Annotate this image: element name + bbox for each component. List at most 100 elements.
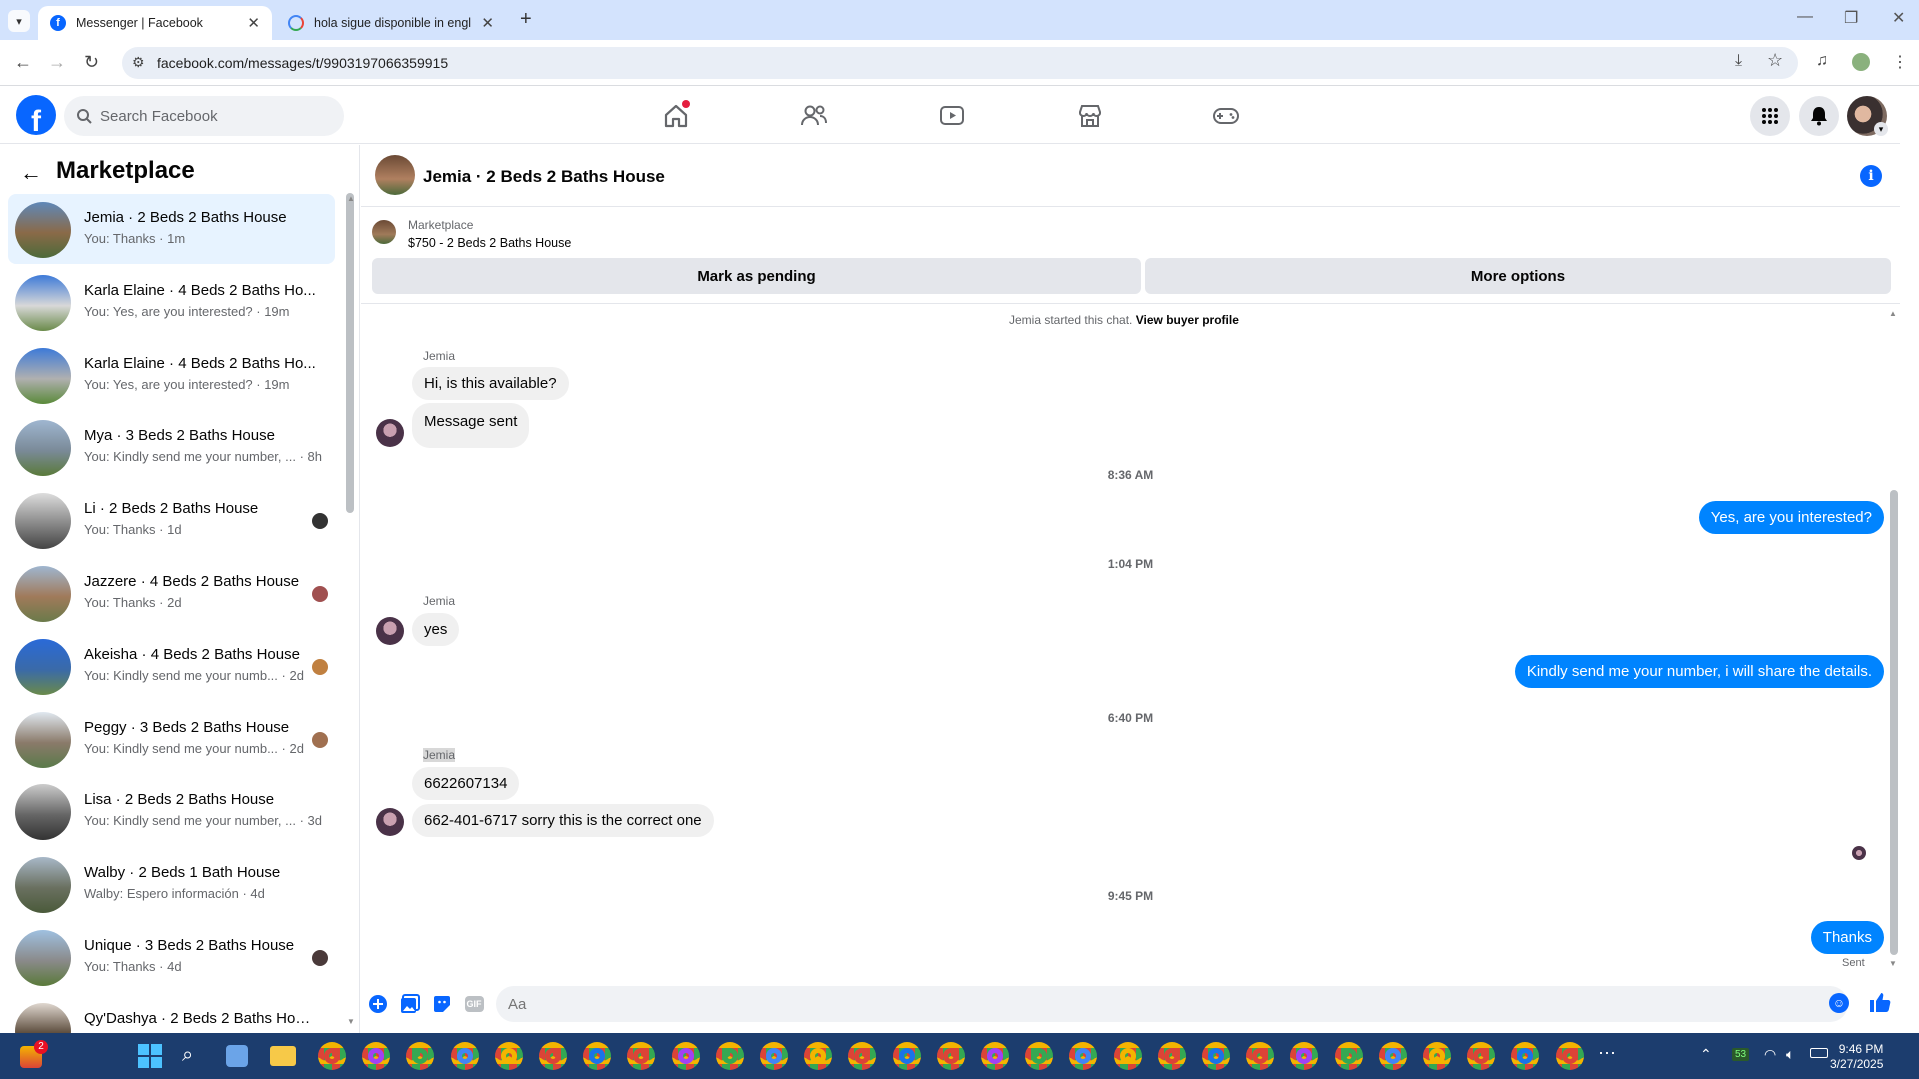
menu-grid-icon[interactable]: [1750, 96, 1790, 136]
sticker-icon[interactable]: [431, 993, 453, 1015]
conversation-item[interactable]: Walby · 2 Beds 1 Bath House Walby: Espero…: [8, 849, 335, 919]
chrome-app-icon[interactable]: [583, 1042, 612, 1070]
home-icon[interactable]: [660, 100, 692, 132]
chrome-app-icon[interactable]: [804, 1042, 833, 1070]
chrome-app-icon[interactable]: [715, 1042, 744, 1070]
info-icon[interactable]: i: [1860, 165, 1882, 187]
incoming-message[interactable]: Hi, is this available?: [412, 367, 569, 400]
conversation-item[interactable]: Jemia · 2 Beds 2 Baths House You: Thanks …: [8, 194, 335, 264]
listing-avatar[interactable]: [375, 155, 415, 195]
forward-arrow-icon[interactable]: →: [48, 52, 66, 73]
scroll-down-icon[interactable]: ▼: [347, 1017, 355, 1026]
thumbs-up-icon[interactable]: [1868, 990, 1892, 1018]
chrome-app-icon[interactable]: [1113, 1042, 1142, 1070]
tray-chevron-up-icon[interactable]: ⌃: [1700, 1046, 1712, 1063]
notifications-bell-icon[interactable]: [1799, 96, 1839, 136]
incoming-message[interactable]: Message sent: [412, 403, 530, 448]
conversation-item[interactable]: Unique · 3 Beds 2 Baths House You: Thanks…: [8, 922, 335, 992]
chrome-app-icon[interactable]: [1555, 1042, 1584, 1070]
file-explorer-icon[interactable]: [270, 1046, 296, 1066]
scroll-up-icon[interactable]: ▲: [1889, 309, 1897, 318]
mark-as-pending-button[interactable]: Mark as pending: [372, 258, 1141, 294]
sender-avatar[interactable]: [376, 419, 404, 447]
profile-icon[interactable]: [1852, 53, 1870, 71]
sidebar-scrollbar[interactable]: [346, 193, 354, 513]
conversation-item[interactable]: Mya · 3 Beds 2 Baths House You: Kindly se…: [8, 412, 335, 482]
friends-icon[interactable]: [798, 100, 830, 132]
chrome-app-icon[interactable]: [981, 1042, 1009, 1070]
scroll-down-icon[interactable]: ▼: [1889, 959, 1897, 968]
sender-avatar[interactable]: [376, 808, 404, 836]
attach-photo-icon[interactable]: [399, 993, 421, 1015]
conversation-item[interactable]: Lisa · 2 Beds 2 Baths House You: Kindly s…: [8, 776, 335, 846]
reload-icon[interactable]: ↻: [84, 52, 99, 73]
chrome-app-icon[interactable]: [1246, 1042, 1275, 1070]
conversation-item[interactable]: Jazzere · 4 Beds 2 Baths House You: Thank…: [8, 558, 335, 628]
wifi-icon[interactable]: ◠: [1764, 1046, 1776, 1063]
conversation-item[interactable]: Li · 2 Beds 2 Baths House You: Thanks · 1…: [8, 485, 335, 555]
conversation-item[interactable]: Karla Elaine · 4 Beds 2 Baths Ho... You: …: [8, 267, 335, 337]
close-tab-icon[interactable]: ✕: [481, 14, 494, 32]
chrome-app-icon[interactable]: [671, 1042, 700, 1070]
windows-start-icon[interactable]: [138, 1044, 162, 1068]
tray-app-badge[interactable]: 53: [1732, 1048, 1750, 1061]
more-options-button[interactable]: More options: [1145, 258, 1891, 294]
media-control-icon[interactable]: ♫: [1816, 52, 1828, 70]
chrome-app-icon[interactable]: [1378, 1042, 1407, 1070]
install-app-icon[interactable]: ⤓: [1735, 52, 1742, 70]
account-chevron-down-icon[interactable]: ▾: [1874, 122, 1888, 136]
chrome-app-icon[interactable]: [1157, 1042, 1186, 1070]
more-apps-icon[interactable]: ⋯: [1598, 1043, 1616, 1064]
message-input[interactable]: [496, 986, 1848, 1022]
browser-tab-messenger[interactable]: f Messenger | Facebook ✕: [38, 6, 272, 40]
url-text[interactable]: facebook.com/messages/t/9903197066359915: [157, 55, 448, 71]
conversation-item[interactable]: Karla Elaine · 4 Beds 2 Baths Ho... You: …: [8, 340, 335, 410]
close-window-icon[interactable]: ✕: [1892, 8, 1905, 28]
chrome-app-icon[interactable]: [318, 1042, 346, 1070]
outgoing-message[interactable]: Kindly send me your number, i will share…: [1514, 655, 1884, 688]
chrome-app-icon[interactable]: [1202, 1042, 1230, 1070]
scroll-up-icon[interactable]: ▲: [347, 194, 355, 203]
chrome-app-icon[interactable]: [1334, 1042, 1363, 1070]
chat-scrollbar[interactable]: [1890, 490, 1898, 955]
chrome-app-icon[interactable]: [1467, 1042, 1496, 1070]
outgoing-message[interactable]: Yes, are you interested?: [1698, 501, 1884, 534]
emoji-icon[interactable]: ☺: [1829, 993, 1849, 1013]
chrome-app-icon[interactable]: [760, 1042, 788, 1070]
view-buyer-profile-link[interactable]: View buyer profile: [1136, 313, 1239, 327]
bookmark-star-icon[interactable]: ☆: [1767, 50, 1783, 71]
listing-price-title[interactable]: $750 - 2 Beds 2 Baths House: [408, 236, 571, 250]
chat-title[interactable]: Jemia · 2 Beds 2 Baths House: [423, 167, 665, 187]
facebook-logo-icon[interactable]: f: [16, 95, 56, 135]
chrome-app-icon[interactable]: [892, 1042, 921, 1070]
chrome-app-icon[interactable]: [450, 1042, 479, 1070]
volume-icon[interactable]: 🔈︎: [1786, 1046, 1794, 1063]
close-tab-icon[interactable]: ✕: [247, 14, 260, 32]
incoming-message[interactable]: 662-401-6717 sorry this is the correct o…: [412, 804, 714, 837]
chrome-app-icon[interactable]: [1025, 1042, 1054, 1070]
sender-avatar[interactable]: [376, 617, 404, 645]
watch-icon[interactable]: [936, 100, 968, 132]
back-arrow-icon[interactable]: ←: [20, 160, 42, 186]
search-icon[interactable]: ⌕: [182, 1044, 193, 1067]
minimize-icon[interactable]: —: [1797, 8, 1813, 26]
outgoing-message[interactable]: Thanks: [1810, 921, 1884, 954]
chrome-app-icon[interactable]: [494, 1042, 523, 1070]
facebook-search[interactable]: Search Facebook: [64, 96, 344, 136]
plus-actions-icon[interactable]: [367, 993, 389, 1015]
marketplace-icon[interactable]: [1074, 100, 1106, 132]
restore-icon[interactable]: ❐: [1844, 8, 1858, 28]
browser-menu-icon[interactable]: ⋮: [1892, 52, 1908, 72]
chrome-app-icon[interactable]: [362, 1042, 391, 1070]
site-info-icon[interactable]: ⚙: [132, 54, 145, 71]
conversation-item[interactable]: Peggy · 3 Beds 2 Baths House You: Kindly …: [8, 704, 335, 774]
gaming-icon[interactable]: [1210, 100, 1242, 132]
chrome-app-icon[interactable]: [1423, 1042, 1451, 1070]
browser-tab-google[interactable]: hola sigue disponible in english ✕: [276, 6, 506, 40]
gif-icon[interactable]: GIF: [463, 993, 485, 1015]
task-view-icon[interactable]: [226, 1045, 248, 1067]
incoming-message[interactable]: yes: [412, 613, 460, 646]
battery-icon[interactable]: [1810, 1048, 1828, 1058]
incoming-message[interactable]: 6622607134: [412, 767, 520, 800]
new-tab-button[interactable]: +: [520, 8, 532, 31]
